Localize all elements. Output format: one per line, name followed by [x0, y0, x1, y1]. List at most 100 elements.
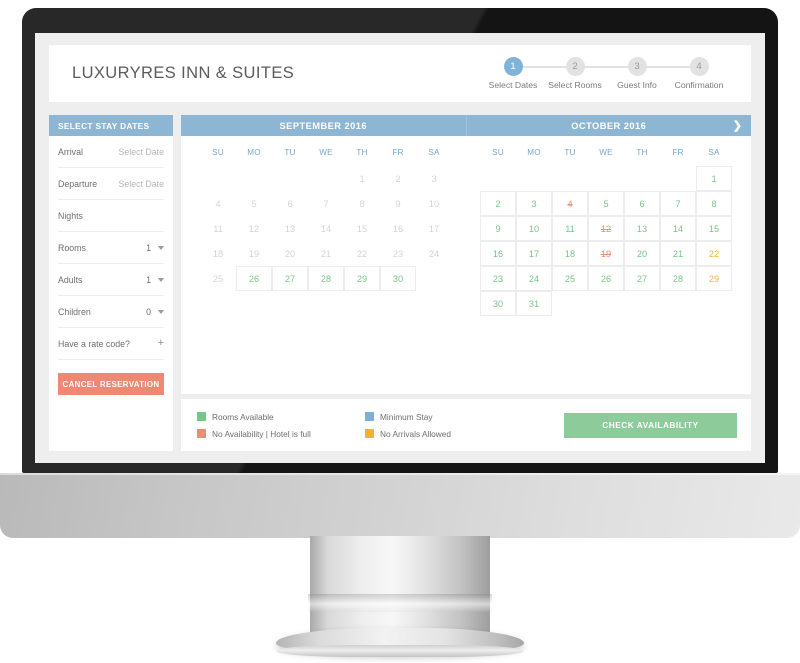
- weekday-label: TU: [284, 148, 296, 157]
- calendar-day-cell[interactable]: 11: [552, 216, 588, 241]
- calendar-week-row: 16 17 18 19 20 21 22: [480, 241, 732, 266]
- calendar-day-cell[interactable]: 26: [236, 266, 272, 291]
- calendar-day-cell[interactable]: 18: [552, 241, 588, 266]
- calendar-week-row: 1: [480, 166, 732, 191]
- chevron-down-icon[interactable]: [158, 277, 164, 282]
- calendar-day-cell[interactable]: 9: [480, 216, 516, 241]
- calendar-day-cell[interactable]: 14: [660, 216, 696, 241]
- calendar-day-cell[interactable]: 29: [344, 266, 380, 291]
- calendar-day-cell[interactable]: 16: [480, 241, 516, 266]
- calendar-day-cell[interactable]: 28: [308, 266, 344, 291]
- calendar-day-cell: 15: [356, 223, 368, 234]
- calendar-day-cell: 19: [248, 248, 260, 259]
- calendar-day-cell[interactable]: 15: [696, 216, 732, 241]
- monitor-stand-neck: [308, 536, 492, 641]
- chevron-down-icon[interactable]: [158, 309, 164, 314]
- cancel-reservation-button[interactable]: CANCEL RESERVATION: [58, 373, 164, 395]
- calendar-day-cell[interactable]: 2: [480, 191, 516, 216]
- calendar-day-cell: 6: [287, 198, 293, 209]
- field-rooms[interactable]: Rooms 1: [58, 232, 164, 264]
- calendar-day-cell[interactable]: 25: [552, 266, 588, 291]
- legend-item: No Arrivals Allowed: [365, 429, 564, 439]
- field-adults[interactable]: Adults 1: [58, 264, 164, 296]
- calendar-day-cell[interactable]: 3: [516, 191, 552, 216]
- calendar-day-cell[interactable]: 26: [588, 266, 624, 291]
- month-grid-september: SU MO TU WE TH FR SA 1 2 3 4 5 6 7 8 9 10 11 12 13 14 15 16 17 1…: [181, 145, 466, 316]
- calendar-week-row: 9 10 11 12 13 14 15: [480, 216, 732, 241]
- field-children[interactable]: Children 0: [58, 296, 164, 328]
- check-availability-button[interactable]: CHECK AVAILABILITY: [564, 412, 737, 438]
- calendar-cell-empty: [516, 166, 552, 191]
- calendar-day-cell[interactable]: 1: [696, 166, 732, 191]
- calendar-week-row: 25 26 27 28 29 30: [200, 266, 452, 291]
- field-label: Have a rate code?: [58, 338, 130, 349]
- calendar-day-cell[interactable]: 4: [552, 191, 588, 216]
- calendar-day-cell[interactable]: 30: [380, 266, 416, 291]
- legend-label: Minimum Stay: [380, 411, 433, 422]
- calendar-week-row: 30 31: [480, 291, 732, 316]
- weekday-label: SA: [708, 148, 720, 157]
- calendar-day-cell: 20: [284, 248, 296, 259]
- calendar-cell-empty: [624, 291, 660, 316]
- step-label: Guest Info: [617, 80, 657, 90]
- next-month-chevron-right-icon[interactable]: ❯: [733, 115, 742, 136]
- calendar-cell-empty: [272, 166, 308, 191]
- calendar-day-cell[interactable]: 24: [516, 266, 552, 291]
- field-label: Nights: [58, 210, 83, 221]
- calendar-day-cell[interactable]: 22: [696, 241, 732, 266]
- field-value: 0: [146, 306, 151, 317]
- calendar-day-cell[interactable]: 27: [624, 266, 660, 291]
- field-nights[interactable]: Nights: [58, 200, 164, 232]
- calendar-day-cell[interactable]: 29: [696, 266, 732, 291]
- calendar-day-cell: 9: [395, 198, 401, 209]
- legend-list: Rooms Available Minimum Stay No Availabili…: [197, 412, 564, 439]
- field-departure[interactable]: Departure Select Date: [58, 168, 164, 200]
- calendar-day-cell[interactable]: 19: [588, 241, 624, 266]
- legend-item: Minimum Stay: [365, 412, 564, 422]
- calendar-day-cell[interactable]: 12: [588, 216, 624, 241]
- step-label: Confirmation: [674, 80, 724, 90]
- stepper-control[interactable]: 0: [146, 307, 164, 317]
- field-have-a-rate-code[interactable]: Have a rate code? +: [58, 328, 164, 360]
- calendar-cell-empty: [308, 166, 344, 191]
- step-1[interactable]: 1 Select Dates: [482, 57, 544, 90]
- legend-label: No Arrivals Allowed: [380, 428, 452, 439]
- weekday-label: TH: [356, 148, 368, 157]
- calendar-day-cell[interactable]: 17: [516, 241, 552, 266]
- field-label: Children: [58, 306, 91, 317]
- calendar-day-cell[interactable]: 10: [516, 216, 552, 241]
- field-value: Select Date: [118, 146, 164, 157]
- stepper-control[interactable]: 1: [146, 243, 164, 253]
- calendar-day-cell[interactable]: 20: [624, 241, 660, 266]
- calendar-day-cell[interactable]: 27: [272, 266, 308, 291]
- calendar-day-cell[interactable]: 23: [480, 266, 516, 291]
- calendar-day-cell[interactable]: 30: [480, 291, 516, 316]
- calendar-months: SU MO TU WE TH FR SA 1 2 3 4 5 6 7 8 9 10 11 12 13 14 15 16 17 1…: [181, 136, 751, 316]
- calendar-day-cell[interactable]: 6: [624, 191, 660, 216]
- step-3[interactable]: 3 Guest Info: [575, 57, 668, 90]
- calendar-day-cell[interactable]: 8: [696, 191, 732, 216]
- screen-content: LUXURYRES INN & SUITES 1 Select Dates 2 Sel…: [35, 33, 765, 463]
- calendar-day-cell[interactable]: 7: [660, 191, 696, 216]
- step-2[interactable]: 2 Select Rooms: [513, 57, 606, 90]
- chevron-down-icon[interactable]: [158, 245, 164, 250]
- calendar-cell-empty: [272, 291, 308, 316]
- legend-swatch: [197, 429, 206, 438]
- step-4[interactable]: 4 Confirmation: [637, 57, 730, 90]
- calendar-day-cell[interactable]: 5: [588, 191, 624, 216]
- calendar-day-cell[interactable]: 28: [660, 266, 696, 291]
- calendar-week-row: [200, 291, 452, 316]
- month-grid-october: SU MO TU WE TH FR SA 1 2 3 4 5 6 7 8 9 10 11 12 13 14 15 16 17 1…: [466, 145, 751, 316]
- calendar-cell-empty: [344, 291, 380, 316]
- calendar-day-cell[interactable]: 13: [624, 216, 660, 241]
- calendar-day-cell[interactable]: 31: [516, 291, 552, 316]
- plus-icon[interactable]: +: [158, 338, 164, 349]
- calendar-day-cell[interactable]: 21: [660, 241, 696, 266]
- calendar-week-row: 4 5 6 7 8 9 10: [200, 191, 452, 216]
- stepper-control[interactable]: 1: [146, 275, 164, 285]
- field-arrival[interactable]: Arrival Select Date: [58, 136, 164, 168]
- step-number: 4: [689, 57, 709, 76]
- calendar-cell-empty: [480, 166, 516, 191]
- app-header: LUXURYRES INN & SUITES 1 Select Dates 2 Sel…: [49, 45, 751, 102]
- calendar-day-cell: 13: [284, 223, 296, 234]
